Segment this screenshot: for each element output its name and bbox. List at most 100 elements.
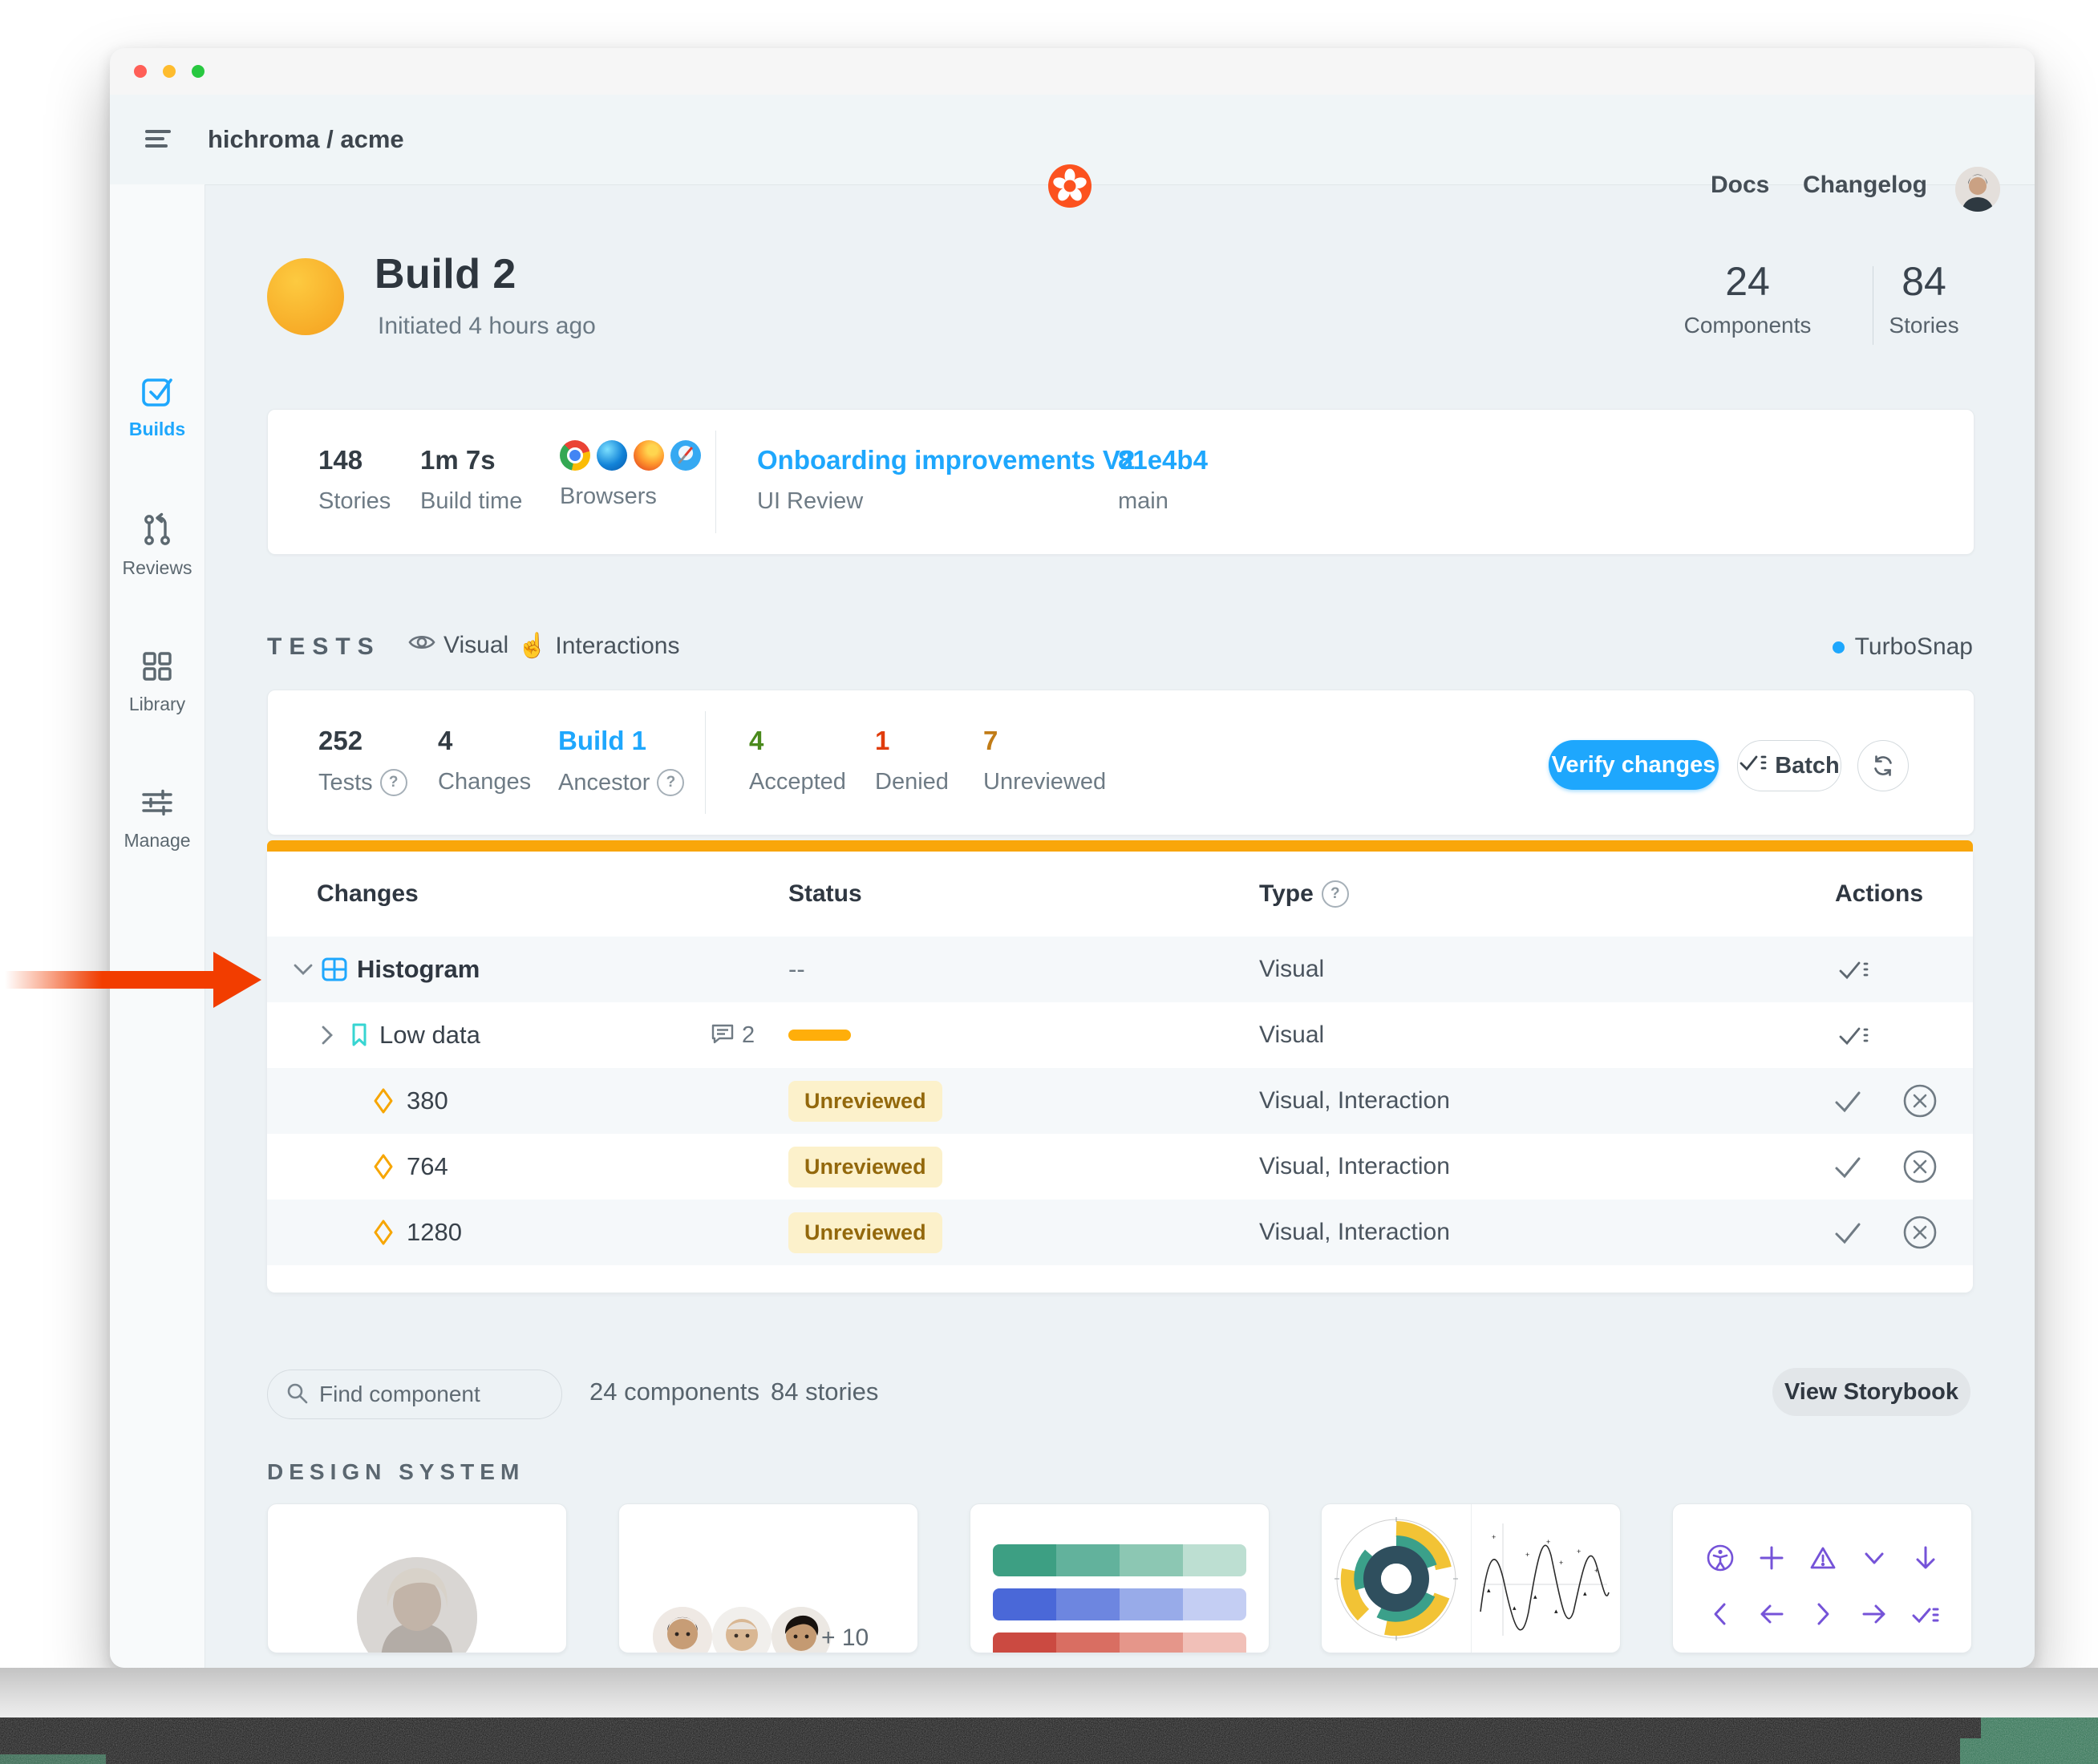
- commit-link[interactable]: 81e4b4: [1118, 445, 1208, 475]
- svg-text:▴: ▴: [1513, 1604, 1517, 1612]
- chrome-browser-icon: [560, 440, 590, 471]
- build-progress-bar: [267, 840, 1973, 852]
- firefox-browser-icon: [634, 440, 664, 471]
- batch-accept-icon[interactable]: [1837, 937, 1869, 1002]
- summary-branch: Onboarding improvements V2 UI Review: [757, 445, 1135, 515]
- batch-button[interactable]: Batch: [1737, 740, 1841, 791]
- search-input[interactable]: Find component: [267, 1370, 562, 1419]
- chevron-right-icon[interactable]: [320, 1002, 334, 1068]
- comment-count: 2: [742, 1022, 755, 1049]
- noise-texture-strip: [0, 1717, 2098, 1764]
- sidebar-label: Manage: [110, 830, 205, 852]
- verify-changes-button[interactable]: Verify changes: [1549, 740, 1719, 790]
- summary-stories-label: Stories: [318, 488, 391, 515]
- eye-icon: [408, 632, 435, 659]
- desk-surface: [0, 1668, 2098, 1717]
- help-icon[interactable]: ?: [380, 769, 407, 796]
- component-card-palette[interactable]: [970, 1503, 1270, 1653]
- ancestor-build-link[interactable]: Build 1: [558, 726, 684, 756]
- sidebar-item-reviews[interactable]: Reviews: [110, 512, 205, 579]
- tests-count: 252: [318, 726, 407, 756]
- components-count-text: 24 components: [589, 1378, 759, 1406]
- batch-button-label: Batch: [1775, 753, 1840, 779]
- close-window-icon[interactable]: [134, 65, 147, 78]
- tests-count-label: Tests: [318, 770, 373, 796]
- row-type: Visual: [1259, 1022, 1324, 1049]
- components-count: 24: [1683, 258, 1812, 305]
- table-row-story[interactable]: 1280 Unreviewed Visual, Interaction: [267, 1200, 1973, 1265]
- warning-icon: [1808, 1543, 1838, 1573]
- comments-indicator[interactable]: 2: [710, 1002, 755, 1068]
- table-row-story[interactable]: 764 Unreviewed Visual, Interaction: [267, 1134, 1973, 1200]
- svg-text:+: +: [1546, 1538, 1550, 1546]
- turbosnap-label: TurboSnap: [1855, 633, 1973, 661]
- column-type: Type: [1259, 880, 1314, 908]
- manage-icon: [139, 811, 176, 824]
- table-row-story[interactable]: 380 Unreviewed Visual, Interaction: [267, 1068, 1973, 1134]
- chromatic-logo-icon[interactable]: [1048, 164, 1092, 208]
- summary-build-time-label: Build time: [420, 488, 522, 515]
- interactions-toggle-label: Interactions: [555, 633, 679, 660]
- accept-icon[interactable]: [1833, 1134, 1863, 1200]
- reviews-icon: [139, 538, 176, 552]
- summary-browsers-label: Browsers: [560, 483, 701, 510]
- nav-docs[interactable]: Docs: [1711, 172, 1769, 199]
- row-type: Visual, Interaction: [1259, 1087, 1450, 1115]
- branch-link[interactable]: Onboarding improvements V2: [757, 445, 1135, 475]
- stories-count-text: 84 stories: [771, 1378, 878, 1406]
- palette-row-green: [993, 1544, 1246, 1576]
- component-card-charts[interactable]: ++++++ ▴▴▴▴▴: [1321, 1503, 1621, 1653]
- chevron-down-icon: [1859, 1543, 1889, 1573]
- view-storybook-button[interactable]: View Storybook: [1772, 1368, 1970, 1416]
- breadcrumb[interactable]: hichroma / acme: [208, 125, 404, 154]
- minimize-window-icon[interactable]: [163, 65, 176, 78]
- menu-icon[interactable]: [145, 130, 172, 151]
- component-card-icons[interactable]: [1672, 1503, 1972, 1653]
- component-card-avatar-group[interactable]: + 10: [618, 1503, 918, 1653]
- column-changes: Changes: [317, 880, 419, 908]
- row-label: 1280: [407, 1218, 462, 1247]
- accepted-label: Accepted: [749, 769, 846, 795]
- batch-accept-icon[interactable]: [1837, 1002, 1869, 1068]
- table-row-component[interactable]: Histogram -- Visual: [267, 937, 1973, 1002]
- story-diamond-icon: [371, 1200, 395, 1265]
- chevron-down-icon[interactable]: [293, 937, 314, 1002]
- nav-changelog[interactable]: Changelog: [1803, 172, 1927, 199]
- sidebar-item-builds[interactable]: Builds: [110, 373, 205, 440]
- sidebar-item-manage[interactable]: Manage: [110, 784, 205, 852]
- unreviewed-label: Unreviewed: [983, 769, 1106, 795]
- sidebar-item-library[interactable]: Library: [110, 648, 205, 715]
- status-progress-bar: [788, 1030, 851, 1041]
- arrow-right-icon: [1859, 1599, 1889, 1629]
- component-card-avatar[interactable]: [267, 1503, 567, 1653]
- user-avatar[interactable]: [1955, 167, 2000, 212]
- row-label: 764: [407, 1152, 448, 1181]
- checklist-icon: [1910, 1599, 1941, 1629]
- table-row-story-group[interactable]: Low data 2 Visual: [267, 1002, 1973, 1068]
- refresh-button[interactable]: [1857, 740, 1909, 791]
- deny-icon[interactable]: [1902, 1134, 1938, 1200]
- svg-text:+: +: [1492, 1533, 1496, 1541]
- comment-icon: [710, 1022, 735, 1050]
- help-icon[interactable]: ?: [1322, 880, 1349, 908]
- toggle-interactions[interactable]: ☝ Interactions: [517, 632, 679, 660]
- tests-stats-card: 252 Tests? 4 Changes Build 1 Ancestor? 4…: [267, 690, 1974, 835]
- divider: [705, 711, 706, 814]
- accessibility-icon: [1705, 1543, 1736, 1573]
- search-icon: [286, 1382, 308, 1408]
- deny-icon[interactable]: [1902, 1200, 1938, 1265]
- toggle-visual[interactable]: Visual: [408, 632, 508, 659]
- visual-toggle-label: Visual: [443, 632, 508, 659]
- summary-commit: 81e4b4 main: [1118, 445, 1208, 515]
- accept-icon[interactable]: [1833, 1200, 1863, 1265]
- row-label: 380: [407, 1086, 448, 1115]
- zoom-window-icon[interactable]: [192, 65, 205, 78]
- deny-icon[interactable]: [1902, 1068, 1938, 1134]
- accept-icon[interactable]: [1833, 1068, 1863, 1134]
- group-avatar: [712, 1607, 772, 1653]
- help-icon[interactable]: ?: [657, 769, 684, 796]
- macos-titlebar: [110, 48, 2035, 95]
- stat-ancestor: Build 1 Ancestor?: [558, 726, 684, 796]
- summary-stories: 148 Stories: [318, 445, 391, 515]
- library-icon: [139, 674, 176, 688]
